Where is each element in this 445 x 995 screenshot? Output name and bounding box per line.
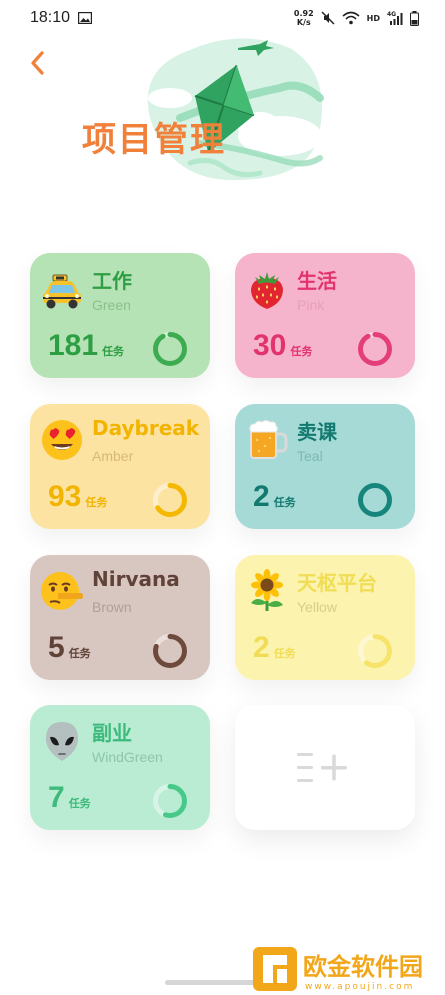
task-count-value: 2	[253, 631, 270, 664]
task-count: 5 任务	[48, 631, 91, 665]
project-name: 卖课	[297, 420, 337, 444]
task-count-unit: 任务	[273, 496, 296, 509]
progress-ring	[153, 483, 187, 517]
project-color-label: Teal	[297, 448, 323, 464]
project-color-label: Yellow	[297, 599, 337, 615]
task-count-value: 2	[253, 480, 270, 513]
gallery-notification-icon	[78, 12, 93, 24]
progress-ring	[153, 332, 187, 366]
task-count-value: 7	[48, 781, 65, 814]
add-list-icon	[297, 753, 347, 782]
progress-ring	[153, 634, 187, 668]
watermark-logo: 欧金软件园 www.apoujin.com	[253, 947, 423, 992]
project-name: 生活	[297, 269, 337, 293]
page-title: 项目管理	[82, 120, 226, 160]
progress-ring	[358, 332, 392, 366]
strawberry-icon	[251, 272, 283, 309]
status-left: 18:10	[30, 9, 93, 27]
mute-icon	[321, 11, 335, 25]
task-count: 181 任务	[48, 329, 124, 363]
task-count-unit: 任务	[290, 345, 313, 358]
status-right: 0.92 K/s HD 4G	[294, 9, 419, 27]
network-speed-value: 0.92	[293, 9, 314, 18]
task-count-unit: 任务	[68, 647, 91, 660]
task-count-value: 30	[253, 329, 287, 362]
task-count: 30 任务	[253, 329, 312, 363]
project-card-tianshu-platform[interactable]: 天枢平台 Yellow 2 任务	[235, 555, 415, 680]
project-color-label: Brown	[92, 599, 132, 615]
progress-ring	[358, 483, 392, 517]
taxi-icon	[43, 274, 81, 309]
project-color-label: Green	[92, 297, 131, 313]
task-count: 2 任务	[253, 480, 296, 514]
progress-ring	[153, 784, 187, 818]
project-card-daybreak[interactable]: Daybreak Amber 93 任务	[30, 404, 210, 529]
svg-text:4G: 4G	[387, 11, 396, 18]
wifi-icon	[342, 11, 360, 25]
back-button[interactable]	[24, 48, 54, 78]
task-count-value: 5	[48, 631, 65, 664]
hd-label: HD	[366, 13, 380, 23]
progress-ring	[358, 634, 392, 668]
heart-eyes-icon	[42, 420, 82, 460]
lying-face-icon	[41, 572, 83, 610]
chevron-left-icon	[31, 51, 44, 75]
project-card-work[interactable]: 工作 Green 181 任务	[30, 253, 210, 378]
watermark-brand-text: 欧金软件园	[303, 953, 423, 981]
kite-illustration	[147, 38, 324, 181]
task-count-value: 181	[48, 329, 99, 362]
task-count: 93 任务	[48, 480, 107, 514]
project-color-label: WindGreen	[92, 749, 163, 765]
signal-icon: 4G	[387, 11, 403, 25]
project-name: Nirvana	[92, 567, 180, 591]
project-card-side-business[interactable]: 副业 WindGreen 7 任务	[30, 705, 210, 830]
task-count: 2 任务	[253, 631, 296, 665]
network-speed: 0.92 K/s	[294, 9, 314, 27]
project-name: 天枢平台	[297, 571, 377, 595]
project-name: 副业	[92, 721, 132, 745]
task-count-unit: 任务	[102, 345, 125, 358]
add-project-card[interactable]	[235, 705, 415, 830]
alien-icon	[46, 722, 78, 761]
task-count-value: 93	[48, 480, 82, 513]
task-count: 7 任务	[48, 781, 91, 815]
project-card-life[interactable]: 生活 Pink 30 任务	[235, 253, 415, 378]
task-count-unit: 任务	[85, 496, 108, 509]
project-color-label: Amber	[92, 448, 134, 464]
project-name: Daybreak	[92, 416, 200, 440]
task-count-unit: 任务	[68, 797, 91, 810]
beer-mug-icon	[249, 420, 288, 459]
project-card-nirvana[interactable]: Nirvana Brown 5 任务	[30, 555, 210, 680]
task-count-unit: 任务	[273, 647, 296, 660]
project-color-label: Pink	[297, 297, 325, 313]
project-card-sell-course[interactable]: 卖课 Teal 2 任务	[235, 404, 415, 529]
sunflower-icon	[251, 569, 283, 611]
project-name: 工作	[92, 269, 132, 293]
status-time: 18:10	[30, 9, 71, 26]
watermark-url: www.apoujin.com	[305, 982, 414, 992]
battery-icon	[410, 10, 419, 26]
network-speed-unit: K/s	[296, 18, 311, 27]
